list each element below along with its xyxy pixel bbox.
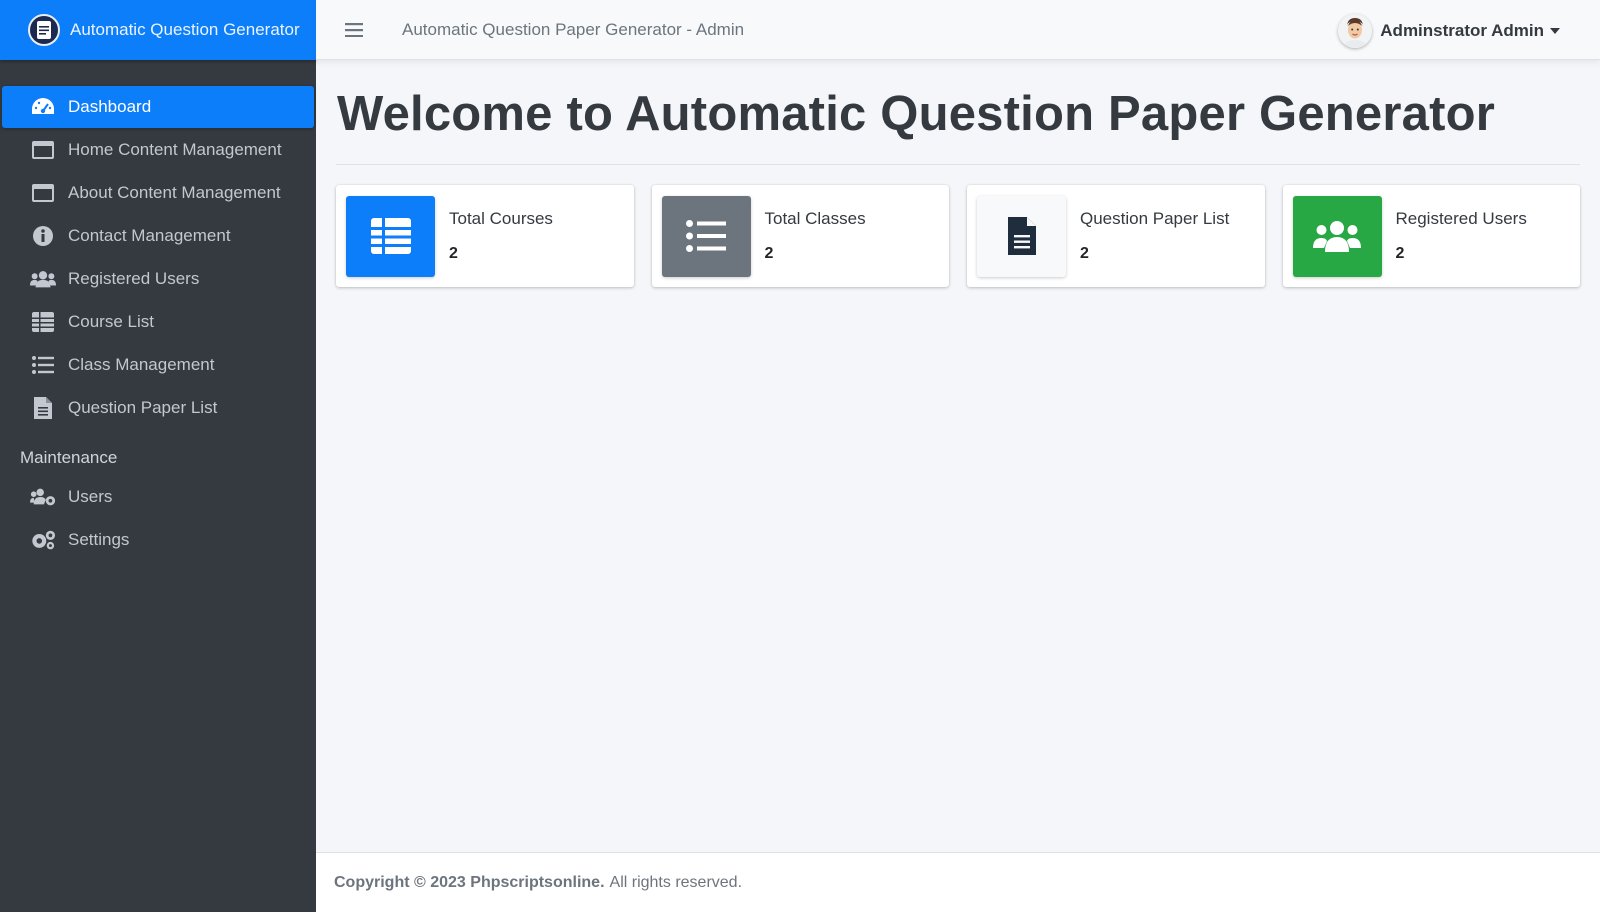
sidebar-item-dashboard[interactable]: Dashboard: [2, 86, 314, 128]
sidebar-item-label: Class Management: [68, 355, 215, 374]
info-box-total-classes[interactable]: Total Classes 2: [651, 185, 949, 287]
info-box-label: Question Paper List: [1080, 209, 1230, 228]
sidebar-item-label: Settings: [68, 530, 130, 549]
avatar: [1338, 14, 1373, 48]
sidebar-item-question-paper-list[interactable]: Question Paper List: [2, 387, 314, 429]
sidebar-item-label: Question Paper List: [68, 398, 218, 417]
sidebar-nav: Dashboard Home Content Management About …: [0, 60, 316, 561]
sidebar-item-users[interactable]: Users: [2, 476, 314, 518]
top-navbar: Automatic Question Paper Generator - Adm…: [316, 0, 1600, 60]
sidebar-item-settings[interactable]: Settings: [2, 519, 314, 561]
info-box-total-courses[interactable]: Total Courses 2: [336, 185, 634, 287]
users-icon: [30, 268, 56, 290]
users-icon: [1292, 195, 1382, 277]
divider: [336, 164, 1580, 165]
list-icon: [30, 354, 56, 376]
user-name: Adminstrator Admin: [1380, 21, 1544, 40]
main-content: Welcome to Automatic Question Paper Gene…: [316, 60, 1600, 852]
tachometer-icon: [30, 96, 56, 118]
sidebar-item-label: About Content Management: [68, 183, 281, 202]
sidebar-item-home-content[interactable]: Home Content Management: [2, 129, 314, 171]
menu-toggle-icon[interactable]: [342, 18, 366, 42]
window-icon: [30, 139, 56, 161]
brand-title: Automatic Question Generator: [70, 20, 300, 39]
sidebar-item-label: Home Content Management: [68, 140, 282, 159]
info-box-registered-users[interactable]: Registered Users 2: [1282, 185, 1580, 287]
sidebar-item-label: Contact Management: [68, 226, 231, 245]
footer-copyright: Copyright © 2023 Phpscriptsonline.: [334, 873, 605, 891]
info-box-label: Registered Users: [1395, 209, 1527, 228]
sidebar-item-class-management[interactable]: Class Management: [2, 344, 314, 386]
sidebar-item-label: Users: [68, 487, 113, 506]
list-icon: [661, 195, 751, 277]
info-box-label: Total Classes: [764, 209, 866, 228]
info-cards: Total Courses 2 Total Classes 2 Question…: [336, 185, 1580, 287]
sidebar-item-about-content[interactable]: About Content Management: [2, 172, 314, 214]
footer-rights: All rights reserved.: [609, 873, 743, 891]
info-box-value: 2: [1080, 245, 1089, 262]
file-icon: [30, 397, 56, 419]
table-icon: [30, 311, 56, 333]
chevron-down-icon: [1550, 28, 1560, 34]
sidebar: Automatic Question Generator Dashboard H…: [0, 0, 316, 912]
file-icon: [977, 195, 1066, 277]
users-cog-icon: [30, 486, 56, 508]
table-icon: [346, 195, 435, 277]
info-box-label: Total Courses: [449, 209, 553, 228]
brand-link[interactable]: Automatic Question Generator: [0, 0, 316, 60]
sidebar-item-course-list[interactable]: Course List: [2, 301, 314, 343]
sidebar-item-label: Dashboard: [68, 97, 152, 116]
info-box-value: 2: [764, 245, 774, 262]
info-box-value: 2: [449, 245, 458, 262]
sidebar-item-label: Course List: [68, 312, 154, 331]
info-box-value: 2: [1395, 245, 1405, 262]
sidebar-item-contact[interactable]: Contact Management: [2, 215, 314, 257]
brand-logo-icon: [28, 14, 60, 46]
page-title: Welcome to Automatic Question Paper Gene…: [337, 87, 1496, 141]
sidebar-item-registered-users[interactable]: Registered Users: [2, 258, 314, 300]
cogs-icon: [30, 529, 56, 551]
footer: Copyright © 2023 Phpscriptsonline. All r…: [316, 852, 1600, 912]
topbar-title: Automatic Question Paper Generator - Adm…: [402, 19, 745, 39]
window-icon: [30, 182, 56, 204]
info-circle-icon: [30, 225, 56, 247]
sidebar-header-maintenance: Maintenance: [20, 448, 118, 467]
info-box-question-paper-list[interactable]: Question Paper List 2: [967, 185, 1265, 287]
sidebar-item-label: Registered Users: [68, 269, 200, 288]
user-dropdown[interactable]: Adminstrator Admin: [1338, 14, 1560, 48]
